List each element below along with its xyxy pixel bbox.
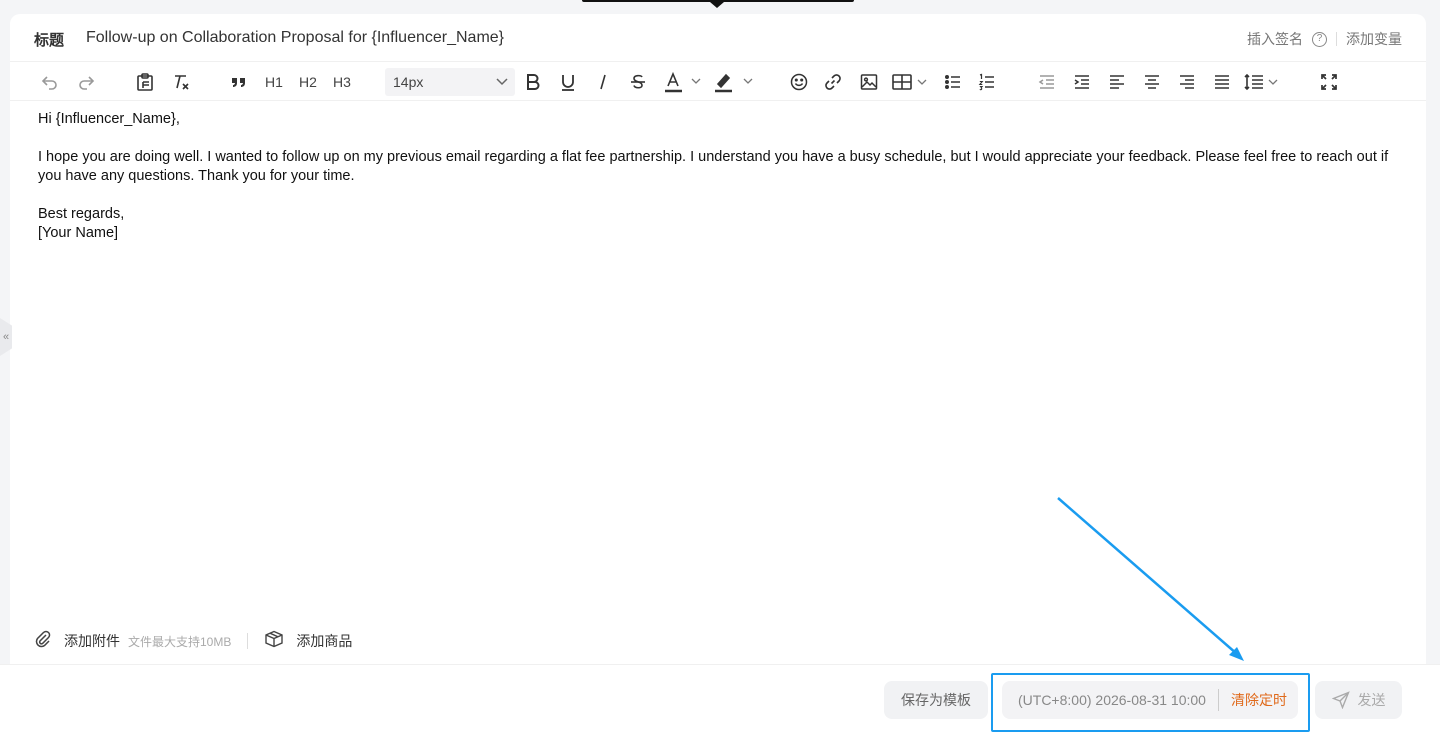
send-button[interactable]: 发送 bbox=[1315, 681, 1402, 719]
body-line: I hope you are doing well. I wanted to f… bbox=[38, 149, 1389, 184]
paste-icon[interactable] bbox=[132, 69, 158, 95]
email-editor: 标题 Follow-up on Collaboration Proposal f… bbox=[10, 14, 1426, 664]
send-icon bbox=[1331, 691, 1350, 709]
box-icon[interactable] bbox=[264, 630, 284, 653]
numbered-list-icon[interactable] bbox=[974, 69, 1000, 95]
save-as-template-button[interactable]: 保存为模板 bbox=[884, 681, 988, 719]
divider bbox=[1336, 32, 1337, 46]
tooltip-pointer bbox=[582, 0, 854, 8]
align-justify-icon[interactable] bbox=[1209, 69, 1235, 95]
body-line: Hi {Influencer_Name}, bbox=[38, 111, 180, 127]
italic-icon[interactable] bbox=[590, 69, 616, 95]
body-line bbox=[38, 186, 1408, 205]
outdent-icon[interactable] bbox=[1034, 69, 1060, 95]
clear-format-icon[interactable] bbox=[168, 69, 194, 95]
body-line: Best regards, bbox=[38, 206, 125, 222]
insert-signature-link[interactable]: 插入签名 bbox=[1247, 29, 1303, 49]
body-line bbox=[38, 129, 1408, 148]
divider bbox=[247, 633, 249, 649]
heading-1-button[interactable]: H1 bbox=[262, 69, 286, 95]
line-height-icon[interactable] bbox=[1242, 69, 1282, 95]
paperclip-icon[interactable] bbox=[34, 630, 52, 653]
align-left-icon[interactable] bbox=[1104, 69, 1130, 95]
heading-3-button[interactable]: H3 bbox=[330, 69, 354, 95]
annotation-highlight-box bbox=[991, 673, 1310, 732]
image-icon[interactable] bbox=[856, 69, 882, 95]
formatting-toolbar: H1 H2 H3 14px bbox=[10, 63, 1426, 101]
help-icon[interactable]: ? bbox=[1312, 31, 1327, 47]
bulleted-list-icon[interactable] bbox=[940, 69, 966, 95]
add-attachment-button[interactable]: 添加附件 bbox=[64, 631, 120, 651]
font-size-value: 14px bbox=[393, 74, 424, 90]
subject-actions: 插入签名 ? 添加变量 bbox=[1247, 29, 1402, 49]
link-icon[interactable] bbox=[820, 69, 846, 95]
chevron-down-icon bbox=[495, 68, 509, 105]
align-center-icon[interactable] bbox=[1139, 69, 1165, 95]
highlight-color-icon[interactable] bbox=[712, 69, 756, 95]
body-line: [Your Name] bbox=[38, 225, 119, 241]
add-variable-link[interactable]: 添加变量 bbox=[1346, 29, 1402, 49]
underline-icon[interactable] bbox=[555, 69, 581, 95]
font-size-select[interactable]: 14px bbox=[385, 68, 515, 96]
fullscreen-icon[interactable] bbox=[1316, 69, 1342, 95]
blockquote-icon[interactable] bbox=[226, 69, 252, 95]
emoji-icon[interactable] bbox=[786, 69, 812, 95]
table-icon[interactable] bbox=[890, 69, 930, 95]
indent-icon[interactable] bbox=[1069, 69, 1095, 95]
send-label: 发送 bbox=[1357, 692, 1386, 708]
redo-icon[interactable] bbox=[74, 69, 98, 95]
attachment-size-hint: 文件最大支持10MB bbox=[128, 634, 232, 649]
align-right-icon[interactable] bbox=[1174, 69, 1200, 95]
font-color-icon[interactable] bbox=[662, 69, 706, 95]
strikethrough-icon[interactable] bbox=[625, 69, 651, 95]
undo-icon[interactable] bbox=[38, 69, 62, 95]
attachment-row: 添加附件 文件最大支持10MB 添加商品 bbox=[34, 630, 352, 652]
add-product-button[interactable]: 添加商品 bbox=[296, 631, 352, 651]
heading-2-button[interactable]: H2 bbox=[296, 69, 320, 95]
email-body[interactable]: Hi {Influencer_Name}, I hope you are doi… bbox=[38, 110, 1408, 243]
bold-icon[interactable] bbox=[520, 69, 546, 95]
subject-input[interactable]: Follow-up on Collaboration Proposal for … bbox=[86, 29, 504, 47]
footer-bar: 保存为模板 (UTC+8:00) 2026-08-31 10:00 清除定时 发… bbox=[0, 664, 1440, 735]
subject-row: 标题 Follow-up on Collaboration Proposal f… bbox=[10, 14, 1426, 62]
subject-label: 标题 bbox=[34, 32, 65, 49]
